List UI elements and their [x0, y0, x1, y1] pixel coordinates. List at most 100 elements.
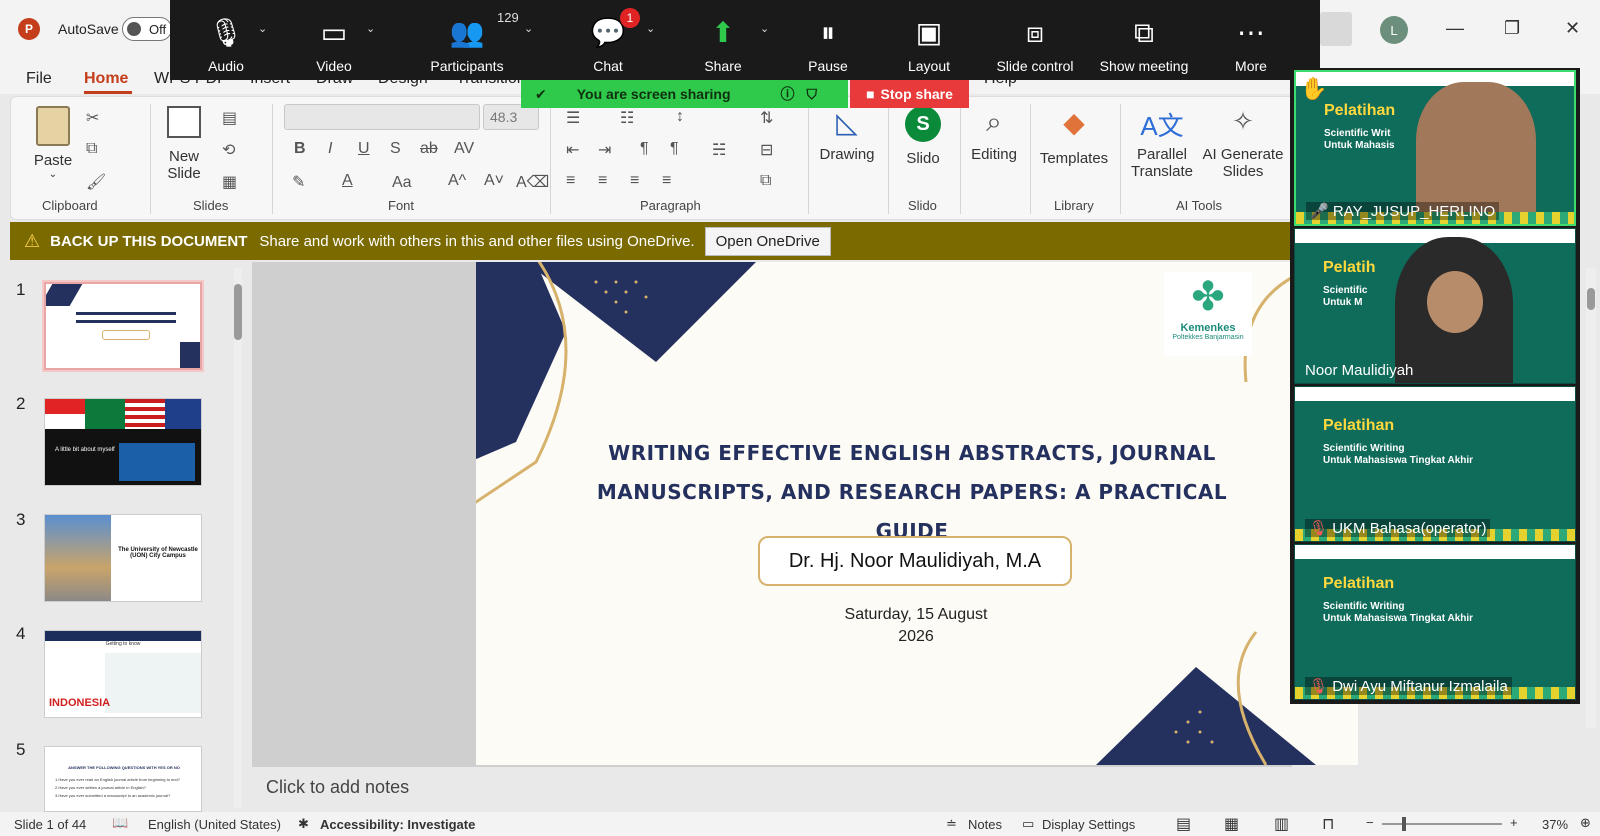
editing-button[interactable]: ⌕ Editing	[964, 106, 1024, 163]
chevron-down-icon[interactable]: ⌄	[646, 22, 655, 35]
notes-pane[interactable]: Click to add notes	[252, 769, 1552, 809]
new-slide-button[interactable]: New Slide	[158, 106, 210, 182]
thumbnail-scrollbar[interactable]	[234, 268, 242, 808]
participant-tile[interactable]: Pelatihan Scientific Writ Untuk Mahasis ✋…	[1294, 70, 1576, 226]
reset-icon[interactable]: ⟲	[222, 140, 235, 160]
chevron-down-icon[interactable]: ⌄	[258, 22, 267, 35]
slide-date[interactable]: Saturday, 15 August 2026	[806, 604, 1026, 648]
slide-thumbnail-5[interactable]: ANSWER THE FOLLOWING QUESTIONS WITH YES …	[44, 746, 202, 812]
text-direction-icon[interactable]: ⇅	[760, 108, 773, 128]
participants-button[interactable]: 👥 ⌄ Participants	[386, 0, 548, 80]
participant-tile[interactable]: Pelatih Scientific Untuk M Noor Maulidiya…	[1294, 228, 1576, 384]
right-scrollbar[interactable]	[1586, 268, 1596, 728]
ai-generate-button[interactable]: ✧ AI Generate Slides	[1200, 106, 1286, 180]
underline-icon[interactable]: U	[358, 140, 370, 158]
slide-title[interactable]: WRITING EFFECTIVE ENGLISH ABSTRACTS, JOU…	[572, 434, 1252, 551]
parallel-translate-button[interactable]: A文 Parallel Translate	[1126, 106, 1198, 180]
autosave-toggle[interactable]: Off	[122, 17, 172, 41]
reading-view-icon[interactable]: ▥	[1274, 814, 1289, 834]
copy-icon[interactable]: ⧉	[86, 140, 97, 158]
zoom-out-icon[interactable]: −	[1366, 815, 1374, 830]
font-color-icon[interactable]: A	[342, 172, 353, 190]
stop-share-button[interactable]: ■ Stop share	[850, 80, 969, 108]
author-name-box[interactable]: Dr. Hj. Noor Maulidiyah, M.A	[758, 536, 1072, 586]
language-indicator[interactable]: English (United States)	[148, 817, 281, 832]
ltr-icon[interactable]: ¶	[640, 140, 649, 158]
more-button[interactable]: ⋯ More	[1198, 0, 1304, 80]
cut-icon[interactable]: ✂	[86, 108, 99, 128]
zoom-level[interactable]: 37%	[1542, 817, 1568, 832]
justify-icon[interactable]: ≡	[662, 172, 671, 190]
minimize-icon[interactable]: —	[1446, 18, 1464, 39]
rtl-icon[interactable]: ¶	[670, 140, 679, 158]
video-button[interactable]: ▭ ⌄ Video	[282, 0, 386, 80]
screen-sharing-banner[interactable]: ✔ You are screen sharing ⓘ ⛉	[521, 80, 848, 108]
spellcheck-icon[interactable]: 📖	[112, 815, 128, 831]
grow-font-icon[interactable]: A^	[448, 172, 466, 190]
slide-sorter-icon[interactable]: ▦	[1224, 814, 1239, 834]
chat-button[interactable]: 💬 ⌄ Chat	[548, 0, 668, 80]
normal-view-icon[interactable]: ▤	[1176, 814, 1191, 834]
search-box[interactable]	[1320, 12, 1352, 46]
tab-file[interactable]: File	[26, 70, 52, 88]
participant-tile[interactable]: Pelatihan Scientific Writing Untuk Mahasi…	[1294, 544, 1576, 700]
slido-button[interactable]: S Slido	[896, 106, 950, 167]
align-right-icon[interactable]: ≡	[630, 172, 639, 190]
layout-button[interactable]: ▣ Layout	[878, 0, 980, 80]
scroll-thumb[interactable]	[234, 284, 242, 340]
slide-control-button[interactable]: ⧈ Slide control	[980, 0, 1090, 80]
chevron-down-icon[interactable]: ⌄	[760, 22, 769, 35]
slide-thumbnail-2[interactable]: A little bit about myself	[44, 398, 202, 486]
share-button[interactable]: ⬆ ⌄ Share	[668, 0, 778, 80]
italic-icon[interactable]: I	[328, 140, 332, 158]
zoom-in-icon[interactable]: +	[1510, 815, 1518, 830]
user-avatar[interactable]: L	[1380, 16, 1408, 44]
info-icon[interactable]: ⓘ	[781, 84, 795, 104]
change-case-icon[interactable]: Aa	[392, 174, 412, 192]
slide-canvas[interactable]: ✤ Kemenkes Poltekkes Banjarmasin WRITING…	[476, 262, 1358, 765]
fit-to-window-icon[interactable]: ⊕	[1580, 815, 1591, 831]
bullets-icon[interactable]: ☰	[566, 108, 580, 128]
close-icon[interactable]: ✕	[1565, 18, 1580, 39]
font-family-dropdown[interactable]	[284, 104, 480, 130]
show-meeting-button[interactable]: ⧉ Show meeting	[1090, 0, 1198, 80]
templates-button[interactable]: ◆ Templates	[1034, 106, 1114, 167]
zoom-slider-thumb[interactable]	[1402, 817, 1406, 831]
columns-icon[interactable]: ☵	[712, 140, 726, 160]
line-spacing-icon[interactable]: ↕	[676, 108, 684, 126]
paste-button[interactable]: Paste ⌄	[30, 106, 76, 180]
notes-button[interactable]: Notes	[968, 817, 1002, 832]
slideshow-icon[interactable]: ⊓	[1322, 814, 1334, 834]
highlight-icon[interactable]: ✎	[292, 172, 305, 192]
restore-icon[interactable]: ❐	[1504, 18, 1520, 39]
strikethrough-icon[interactable]: ab	[420, 140, 438, 158]
accessibility-status[interactable]: Accessibility: Investigate	[320, 817, 475, 832]
layout-icon[interactable]: ▤	[222, 108, 237, 128]
char-spacing-icon[interactable]: AV	[454, 140, 474, 158]
shrink-font-icon[interactable]: A˅	[484, 172, 504, 190]
section-icon[interactable]: ▦	[222, 172, 237, 192]
bold-icon[interactable]: B	[294, 140, 306, 158]
shadow-icon[interactable]: S	[390, 140, 401, 158]
tab-home[interactable]: Home	[84, 70, 128, 88]
drawing-button[interactable]: ◺ Drawing	[812, 106, 882, 163]
slide-thumbnail-3[interactable]: The University of Newcastle (UON) City C…	[44, 514, 202, 602]
slide-info[interactable]: Slide 1 of 44	[14, 817, 86, 832]
smartart-icon[interactable]: ⧉	[760, 172, 771, 190]
numbering-icon[interactable]: ☷	[620, 108, 634, 128]
audio-button[interactable]: 🎙 ⌄ Audio	[170, 0, 282, 80]
participant-tile[interactable]: Pelatihan Scientific Writing Untuk Mahasi…	[1294, 386, 1576, 542]
decrease-indent-icon[interactable]: ⇤	[566, 140, 579, 160]
increase-indent-icon[interactable]: ⇥	[598, 140, 611, 160]
pause-button[interactable]: ⏸ Pause	[778, 0, 878, 80]
zoom-slider[interactable]	[1382, 823, 1502, 825]
slide-thumbnail-4[interactable]: Getting to know INDONESIA	[44, 630, 202, 718]
display-settings-button[interactable]: Display Settings	[1042, 817, 1135, 832]
open-onedrive-button[interactable]: Open OneDrive	[704, 226, 831, 256]
clear-formatting-icon[interactable]: A⌫	[516, 172, 549, 192]
align-center-icon[interactable]: ≡	[598, 172, 607, 190]
slide-thumbnail-1[interactable]	[42, 280, 204, 372]
align-text-icon[interactable]: ⊟	[760, 140, 773, 160]
scroll-thumb[interactable]	[1587, 288, 1595, 310]
align-left-icon[interactable]: ≡	[566, 172, 575, 190]
